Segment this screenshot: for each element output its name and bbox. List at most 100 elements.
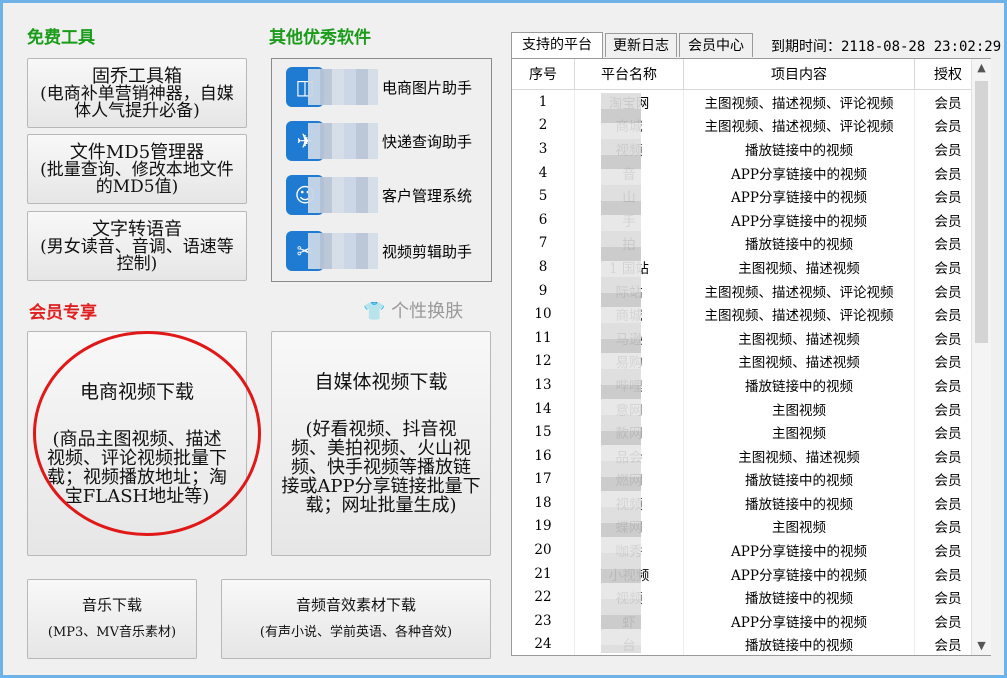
table-row[interactable]: 16品会主图视频、描述视频会员 xyxy=(512,444,982,468)
software-label: 快递查询助手 xyxy=(382,131,472,152)
table-row[interactable]: 1淘宝网主图视频、描述视频、评论视频会员 xyxy=(512,90,982,114)
cell-content: 主图视频 xyxy=(684,420,915,444)
scroll-down-icon[interactable]: ▼ xyxy=(972,637,991,655)
cell-no: 15 xyxy=(512,420,575,444)
cell-no: 3 xyxy=(512,137,575,161)
expire-time: 到期时间：2118-08-28 23:02:29 xyxy=(771,36,1001,56)
cell-content: 主图视频、描述视频、评论视频 xyxy=(684,302,915,326)
cell-content: 播放链接中的视频 xyxy=(684,373,915,397)
table-row[interactable]: 2商城主图视频、描述视频、评论视频会员 xyxy=(512,114,982,138)
audio-download-button[interactable]: 音频音效素材下载 (有声小说、学前英语、各种音效) xyxy=(221,579,491,659)
cell-no: 21 xyxy=(512,562,575,586)
scroll-up-icon[interactable]: ▲ xyxy=(972,59,991,77)
table-row[interactable]: 11马逊主图视频、描述视频会员 xyxy=(512,326,982,350)
toolbox-title: 固乔工具箱 xyxy=(92,67,182,86)
table-row[interactable]: 3视频播放链接中的视频会员 xyxy=(512,137,982,161)
table-row[interactable]: 13哔哩播放链接中的视频会员 xyxy=(512,373,982,397)
free-tools-title: 免费工具 xyxy=(27,23,95,48)
cell-content: 主图视频、描述视频 xyxy=(684,255,915,279)
cell-no: 10 xyxy=(512,302,575,326)
toolbox-button[interactable]: 固乔工具箱 (电商补单营销神器，自媒 体人气提升必备) xyxy=(27,58,247,128)
blurred-names-overlay xyxy=(601,93,641,653)
cell-content: APP分享链接中的视频 xyxy=(684,562,915,586)
blurred-area xyxy=(308,69,378,105)
software-label: 电商图片助手 xyxy=(382,77,472,98)
table-row[interactable]: 18视频播放链接中的视频会员 xyxy=(512,491,982,515)
music-download-button[interactable]: 音乐下载 (MP3、MV音乐素材) xyxy=(27,579,197,659)
cell-content: 播放链接中的视频 xyxy=(684,491,915,515)
cell-content: 播放链接中的视频 xyxy=(684,468,915,492)
shirt-icon: 👕 xyxy=(363,301,385,322)
software-item-video-edit[interactable]: ✂ 视频剪辑助手 xyxy=(286,231,486,273)
column-header-no[interactable]: 序号 xyxy=(512,59,575,90)
tab-member-center[interactable]: 会员中心 xyxy=(679,33,753,57)
main-window: 免费工具 其他优秀软件 固乔工具箱 (电商补单营销神器，自媒 体人气提升必备) … xyxy=(0,0,1007,678)
cell-content: 播放链接中的视频 xyxy=(684,585,915,609)
table-row[interactable]: 7拍播放链接中的视频会员 xyxy=(512,232,982,256)
cell-content: 主图视频、描述视频、评论视频 xyxy=(684,279,915,303)
cell-no: 22 xyxy=(512,585,575,609)
cell-no: 17 xyxy=(512,468,575,492)
software-panel: ◫ 电商图片助手 ✈ 快递查询助手 ☺ 客户管理系统 ✂ 视频剪辑助手 xyxy=(271,58,492,282)
table-body: 1淘宝网主图视频、描述视频、评论视频会员2商城主图视频、描述视频、评论视频会员3… xyxy=(512,90,982,657)
table-row[interactable]: 19蝶网主图视频会员 xyxy=(512,515,982,539)
scroll-thumb[interactable] xyxy=(975,81,988,343)
media-download-title: 自媒体视频下载 xyxy=(314,372,447,392)
cell-no: 14 xyxy=(512,397,575,421)
table-row[interactable]: 12易购主图视频、描述视频会员 xyxy=(512,350,982,374)
ecom-download-desc: (商品主图视频、描述 视频、评论视频批量下 载；视频播放地址；淘 宝FLASH地… xyxy=(47,430,227,506)
cell-content: 主图视频、描述视频 xyxy=(684,350,915,374)
cell-content: 主图视频 xyxy=(684,397,915,421)
software-item-image[interactable]: ◫ 电商图片助手 xyxy=(286,67,486,109)
blurred-area xyxy=(308,233,378,269)
cell-content: 主图视频 xyxy=(684,515,915,539)
cell-content: 播放链接中的视频 xyxy=(684,137,915,161)
table-row[interactable]: 5山APP分享链接中的视频会员 xyxy=(512,184,982,208)
cell-content: APP分享链接中的视频 xyxy=(684,208,915,232)
cell-no: 13 xyxy=(512,373,575,397)
ecom-video-download-button[interactable]: 电商视频下载 (商品主图视频、描述 视频、评论视频批量下 载；视频播放地址；淘 … xyxy=(27,331,247,556)
software-item-delivery[interactable]: ✈ 快递查询助手 xyxy=(286,121,486,163)
blurred-area xyxy=(308,177,378,213)
cell-no: 1 xyxy=(512,90,575,114)
table-row[interactable]: 81 国站主图视频、描述视频会员 xyxy=(512,255,982,279)
md5-manager-button[interactable]: 文件MD5管理器 (批量查询、修改本地文件 的MD5值) xyxy=(27,134,247,204)
table-row[interactable]: 17燃网播放链接中的视频会员 xyxy=(512,468,982,492)
column-header-name[interactable]: 平台名称 xyxy=(575,59,684,90)
cell-no: 4 xyxy=(512,161,575,185)
cell-content: 播放链接中的视频 xyxy=(684,232,915,256)
column-header-content[interactable]: 项目内容 xyxy=(684,59,915,90)
table-row[interactable]: 23虾APP分享链接中的视频会员 xyxy=(512,609,982,633)
table-row[interactable]: 15款网主图视频会员 xyxy=(512,420,982,444)
table-row[interactable]: 4音APP分享链接中的视频会员 xyxy=(512,161,982,185)
table-row[interactable]: 21小视频APP分享链接中的视频会员 xyxy=(512,562,982,586)
software-item-crm[interactable]: ☺ 客户管理系统 xyxy=(286,175,486,217)
text-to-speech-button[interactable]: 文字转语音 (男女读音、音调、语速等 控制) xyxy=(27,211,247,281)
tab-changelog[interactable]: 更新日志 xyxy=(605,33,677,57)
table-row[interactable]: 10商城主图视频、描述视频、评论视频会员 xyxy=(512,302,982,326)
table-row[interactable]: 24台播放链接中的视频会员 xyxy=(512,633,982,656)
platform-table: 序号 平台名称 项目内容 授权 1淘宝网主图视频、描述视频、评论视频会员2商城主… xyxy=(511,58,991,656)
table-row[interactable]: 14意网主图视频会员 xyxy=(512,397,982,421)
table-row[interactable]: 9际站主图视频、描述视频、评论视频会员 xyxy=(512,279,982,303)
cell-no: 12 xyxy=(512,350,575,374)
software-label: 视频剪辑助手 xyxy=(382,241,472,262)
cell-content: 主图视频、描述视频、评论视频 xyxy=(684,114,915,138)
cell-no: 19 xyxy=(512,515,575,539)
cell-content: APP分享链接中的视频 xyxy=(684,161,915,185)
table-row[interactable]: 20咖秀APP分享链接中的视频会员 xyxy=(512,538,982,562)
md5-title: 文件MD5管理器 xyxy=(70,143,204,162)
table-header-row: 序号 平台名称 项目内容 授权 xyxy=(512,59,982,90)
cell-no: 7 xyxy=(512,232,575,256)
cell-no: 16 xyxy=(512,444,575,468)
media-video-download-button[interactable]: 自媒体视频下载 (好看视频、抖音视 频、美拍视频、火山视 频、快手视频等播放链 … xyxy=(271,331,491,556)
table-scrollbar[interactable]: ▲ ▼ xyxy=(971,59,991,655)
cell-no: 9 xyxy=(512,279,575,303)
table-row[interactable]: 22视频播放链接中的视频会员 xyxy=(512,585,982,609)
tab-platforms[interactable]: 支持的平台 xyxy=(511,32,603,58)
cell-no: 5 xyxy=(512,184,575,208)
cell-content: APP分享链接中的视频 xyxy=(684,538,915,562)
table-row[interactable]: 6手APP分享链接中的视频会员 xyxy=(512,208,982,232)
cell-content: 主图视频、描述视频 xyxy=(684,326,915,350)
skin-switch-button[interactable]: 👕 个性换肤 xyxy=(363,297,463,323)
